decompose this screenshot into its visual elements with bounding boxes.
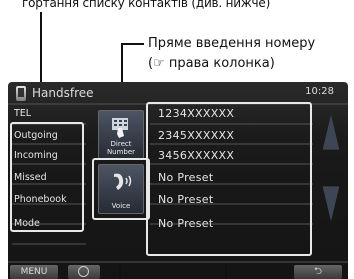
callout-line-2: (☞ права колонка) (148, 56, 275, 71)
direct-number-label-1: Direct (110, 140, 132, 148)
circle-button[interactable] (68, 265, 100, 279)
callout-direct-number: Пряме введення номеру (☞ права колонка) (148, 34, 315, 74)
marker-presets (225, 263, 227, 279)
tiles-highlight (92, 158, 150, 220)
side-menu-highlight (10, 122, 84, 232)
keypad-hand-icon (112, 118, 128, 138)
direct-number-label-2: Number (106, 148, 136, 156)
leader-line-callout-h (121, 43, 144, 45)
device-screen: Handsfree 10:28 TEL Outgoing Incoming Mi… (8, 82, 348, 279)
direct-number-button[interactable]: Direct Number (98, 110, 144, 160)
marker-voice (119, 263, 121, 279)
leader-line-left (40, 12, 42, 86)
top-caption: гортання списку контактів (див. нижче) (22, 0, 271, 10)
side-item-tel[interactable]: TEL (14, 104, 82, 124)
back-button[interactable]: ⮌ (294, 265, 342, 279)
scroll-down-icon[interactable] (317, 178, 345, 228)
menu-button[interactable]: MENU (10, 265, 58, 279)
scroll-up-icon[interactable] (317, 108, 345, 158)
callout-line-1: Пряме введення номеру (148, 36, 316, 51)
presets-highlight (146, 102, 312, 256)
